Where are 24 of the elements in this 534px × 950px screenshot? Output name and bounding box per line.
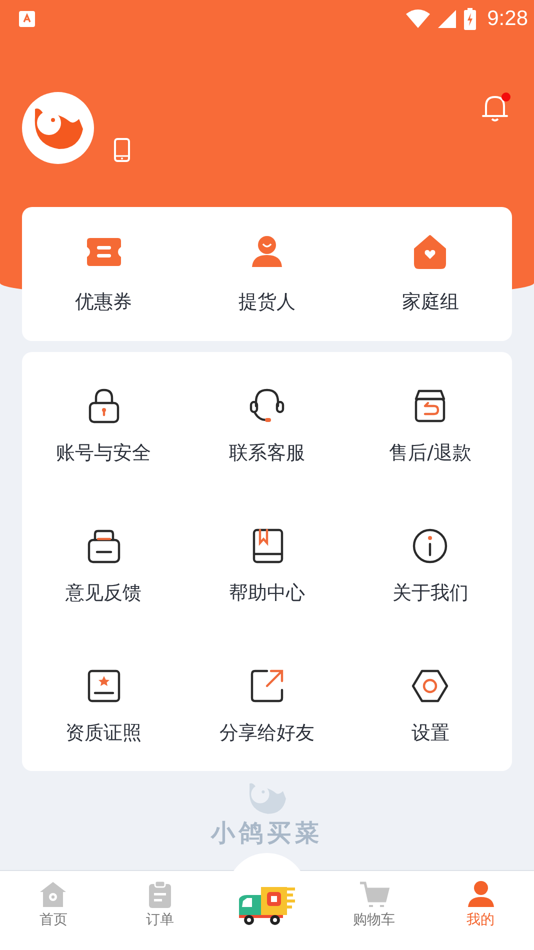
nav-tab[interactable]: 订单 bbox=[106, 871, 214, 950]
nav-tab[interactable]: 首页 bbox=[0, 871, 107, 950]
wifi-icon bbox=[405, 9, 432, 29]
service-item[interactable]: 售后/退款 bbox=[348, 352, 512, 492]
service-item[interactable]: 关于我们 bbox=[348, 492, 512, 632]
quick-action[interactable]: 提货人 bbox=[185, 207, 349, 341]
service-item[interactable]: 意见反馈 bbox=[22, 492, 186, 632]
nav-tab[interactable]: 购物车 bbox=[320, 871, 428, 950]
service-item[interactable]: 分享给好友 bbox=[185, 632, 349, 772]
service-item[interactable]: 设置 bbox=[348, 632, 512, 772]
quick-action[interactable]: 优惠券 bbox=[22, 207, 186, 341]
phone-icon[interactable] bbox=[114, 138, 130, 162]
clock-time: 9:28 bbox=[487, 7, 528, 31]
notification-bell-icon[interactable] bbox=[480, 92, 512, 124]
shopping-cart-icon bbox=[358, 879, 390, 909]
service-item[interactable]: 资质证照 bbox=[22, 632, 186, 772]
service-item[interactable]: 联系客服 bbox=[185, 352, 349, 492]
quick-action[interactable]: 家庭组 bbox=[348, 207, 512, 341]
service-item[interactable]: 账号与安全 bbox=[22, 352, 186, 492]
battery-icon bbox=[463, 8, 478, 30]
app-notification-icon bbox=[18, 10, 36, 28]
brand-name: 小鸽买菜 bbox=[211, 818, 323, 849]
service-item[interactable]: 帮助中心 bbox=[185, 492, 349, 632]
signal-icon bbox=[437, 9, 458, 29]
